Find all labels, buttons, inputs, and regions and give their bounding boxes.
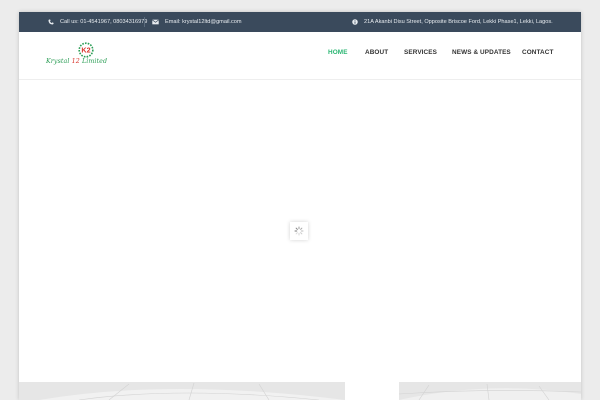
address-text: 21A Akanbi Disu Street, Opposite Briscoe… (364, 19, 553, 25)
top-info-bar: Call us: 01-4541967, 08034316979 Email: … (19, 12, 581, 32)
info-circle-icon (351, 19, 358, 26)
background-image-strip (19, 382, 581, 400)
logo-word-3: Limited (81, 58, 108, 65)
phone-text: Call us: 01-4541967, 08034316979 (60, 19, 148, 25)
nav-item-contact[interactable]: CONTACT (522, 49, 553, 56)
contact-phone: Call us: 01-4541967, 08034316979 (47, 12, 147, 32)
logo-emblem: K2 (78, 42, 94, 58)
spinner-icon (294, 226, 304, 236)
contact-address: 21A Akanbi Disu Street, Opposite Briscoe… (351, 12, 553, 32)
logo-wordmark: Krystal 12 Limited (46, 58, 124, 65)
globe-background-graphic (19, 382, 581, 400)
nav-item-news-updates[interactable]: NEWS & UPDATES (452, 49, 511, 56)
hero-slider[interactable] (19, 80, 581, 382)
nav-item-home[interactable]: HOME (328, 49, 348, 56)
topbar-divider (144, 17, 145, 27)
phone-icon (47, 19, 54, 26)
site-logo[interactable]: K2 Krystal 12 Limited (46, 41, 124, 67)
logo-word-1: Krystal (46, 58, 70, 65)
envelope-icon (152, 19, 159, 26)
nav-item-services[interactable]: SERVICES (404, 49, 437, 56)
slider-loader (290, 222, 308, 240)
site-header: K2 Krystal 12 Limited HOME ABOUT SERVICE… (19, 32, 581, 80)
logo-emblem-text: K2 (81, 46, 90, 55)
page-wrapper: Call us: 01-4541967, 08034316979 Email: … (19, 12, 581, 400)
logo-word-2: 12 (71, 58, 80, 65)
nav-item-about[interactable]: ABOUT (365, 49, 388, 56)
contact-email: Email: krystal12ltd@gmail.com (152, 12, 242, 32)
email-text[interactable]: Email: krystal12ltd@gmail.com (165, 19, 242, 25)
